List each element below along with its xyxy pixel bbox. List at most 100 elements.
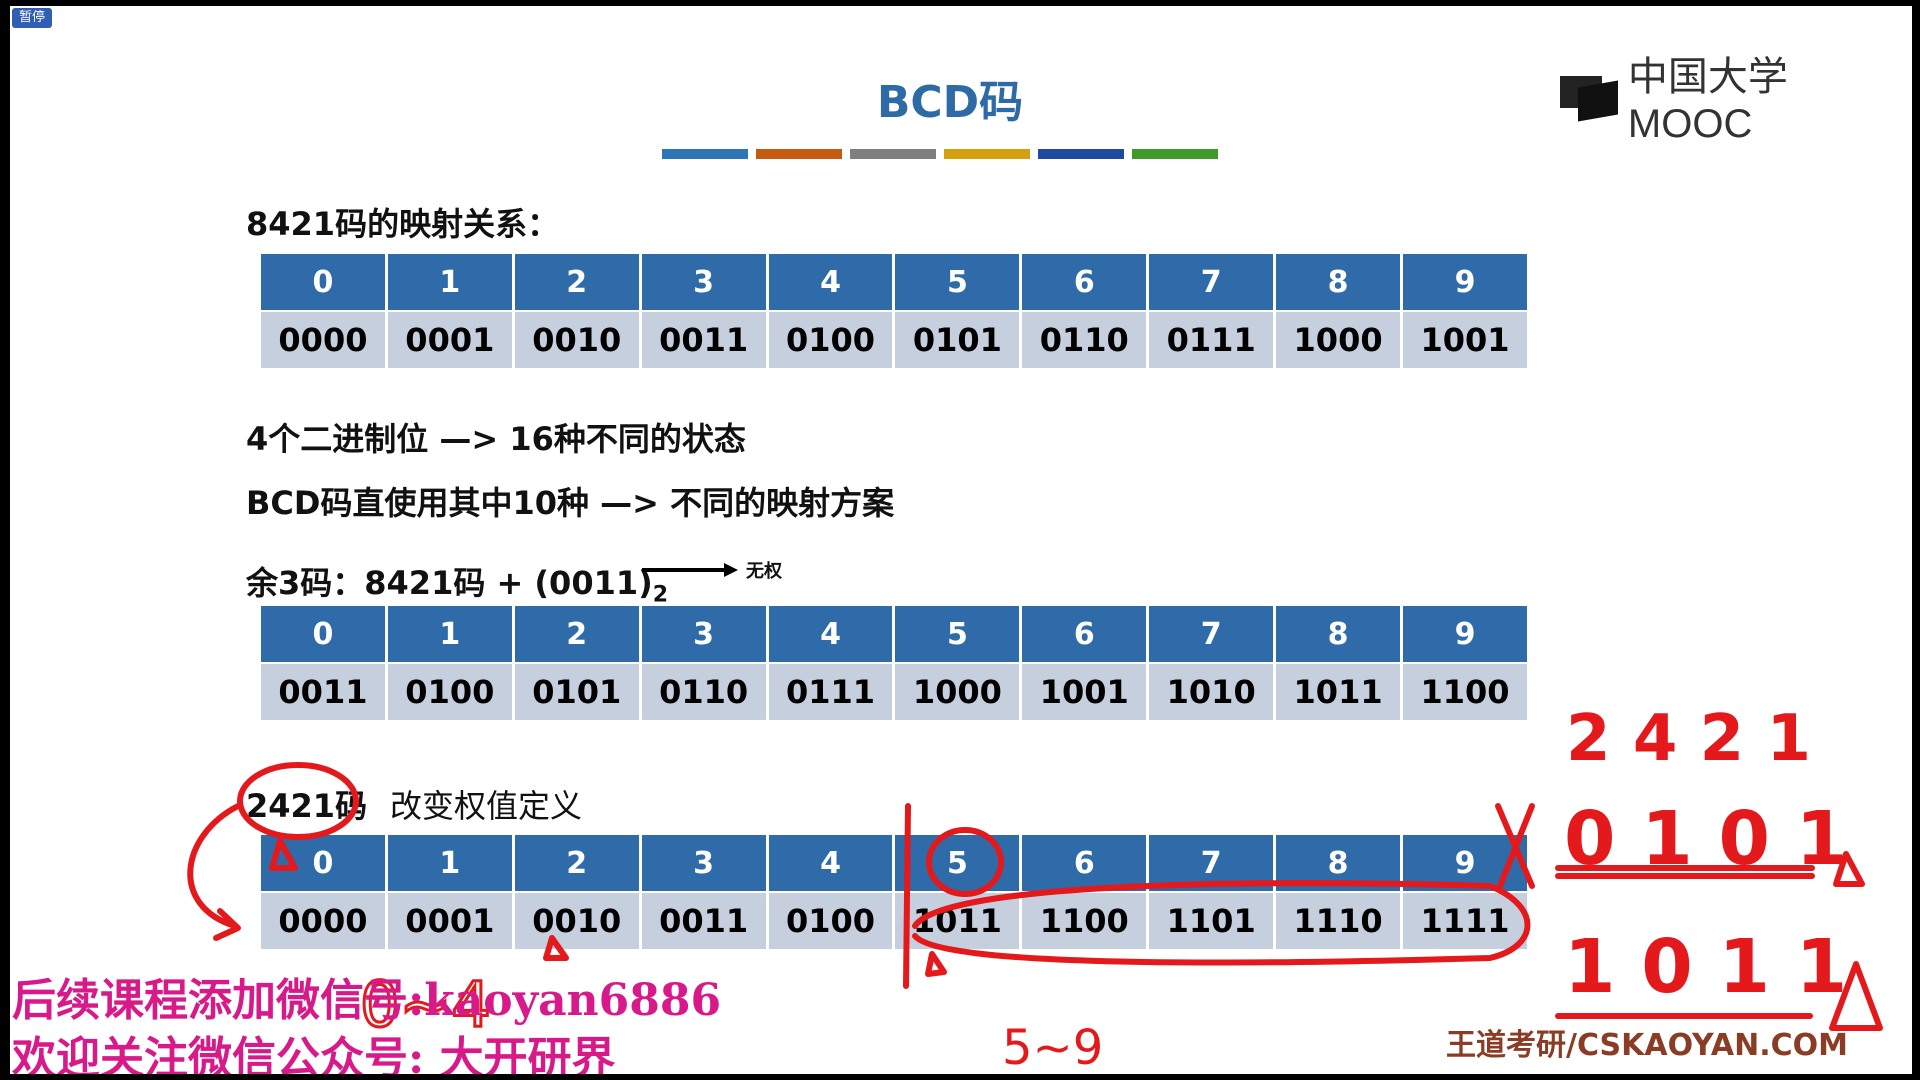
color-bar-segment bbox=[850, 149, 936, 159]
digit-cell: 0 bbox=[261, 254, 385, 312]
line-bcd-schemes: BCD码直使用其中10种 —> 不同的映射方案 bbox=[246, 484, 895, 522]
table-header-row: 0123456789 bbox=[261, 835, 1527, 893]
code-cell: 0110 bbox=[1022, 312, 1147, 368]
ink-arrow-head bbox=[213, 908, 241, 941]
code-cell: 0011 bbox=[261, 664, 385, 720]
table-header-row: 0123456789 bbox=[261, 254, 1527, 312]
watermark-official-account: 欢迎关注微信公众号: 大开研界 bbox=[12, 1033, 616, 1074]
digit-cell: 2 bbox=[514, 606, 639, 664]
table-2421: 0 1 2 3 4 5 6 7 8 9 0000 0001 0010 0011 0100 1011 1100 11… bbox=[258, 835, 1530, 949]
code-cell: 0010 bbox=[514, 893, 639, 949]
code-cell: 1111 bbox=[1403, 893, 1527, 949]
ink-row1: 0 1 0 1 bbox=[1564, 796, 1847, 882]
code-cell: 1100 bbox=[1403, 664, 1527, 720]
table-code-row: 0011 0100 0101 0110 0111 1000 1001 1010 1011 1100 bbox=[261, 664, 1527, 720]
code-cell: 0100 bbox=[768, 312, 893, 368]
digit-cell: 7 bbox=[1149, 835, 1274, 893]
excess3-note: 无权 bbox=[746, 561, 782, 582]
digit-cell: 4 bbox=[768, 254, 893, 312]
table-code-row: 0000 0001 0010 0011 0100 1011 1100 1101 1110 1111 bbox=[261, 893, 1527, 949]
code-cell: 0011 bbox=[641, 893, 766, 949]
code-cell: 1100 bbox=[1022, 893, 1147, 949]
ink-triangle-row2 bbox=[1829, 961, 1883, 1031]
pause-button[interactable]: 暂停 bbox=[12, 8, 52, 28]
code-cell: 0010 bbox=[514, 312, 639, 368]
code-cell: 1011 bbox=[895, 893, 1020, 949]
code-cell: 1000 bbox=[895, 664, 1020, 720]
watermark-wechat: 后续课程添加微信号:kaoyan6886 bbox=[12, 975, 722, 1026]
ink-triangle-5 bbox=[925, 951, 947, 977]
digit-cell: 1 bbox=[387, 606, 512, 664]
digit-cell: 0 bbox=[261, 835, 385, 893]
ink-weights: 2 4 2 1 bbox=[1566, 702, 1811, 776]
digit-cell: 2 bbox=[514, 254, 639, 312]
digit-cell: 3 bbox=[641, 254, 766, 312]
digit-cell: 7 bbox=[1149, 254, 1274, 312]
video-frame: 暂停 中国大学MOOC BCD码 8421码的映射关系： 01234567890… bbox=[10, 6, 1912, 1074]
digit-cell: 3 bbox=[641, 606, 766, 664]
table-excess3: 0 1 2 3 4 5 6 7 8 9 0011 0100 0101 0110 0111 1000 1001 10… bbox=[258, 606, 1530, 720]
code-cell: 1010 bbox=[1149, 664, 1274, 720]
line-binary-states: 4个二进制位 —> 16种不同的状态 bbox=[246, 420, 746, 458]
code-cell: 0011 bbox=[641, 312, 766, 368]
code-cell: 0111 bbox=[768, 664, 893, 720]
digit-cell: 4 bbox=[768, 835, 893, 893]
ink-triangle-row1 bbox=[1833, 851, 1865, 887]
code-cell: 0100 bbox=[387, 664, 512, 720]
excess3-subscript: 2 bbox=[652, 582, 669, 608]
code-cell: 1001 bbox=[1022, 664, 1147, 720]
code-cell: 0101 bbox=[895, 312, 1020, 368]
digit-cell: 4 bbox=[768, 606, 893, 664]
code-cell: 1101 bbox=[1149, 893, 1274, 949]
code-cell: 1110 bbox=[1276, 893, 1401, 949]
digit-cell: 8 bbox=[1276, 835, 1401, 893]
digit-cell: 7 bbox=[1149, 606, 1274, 664]
digit-cell: 6 bbox=[1022, 254, 1147, 312]
color-bar-segment bbox=[662, 149, 748, 159]
ink-range-5-9: 5~9 bbox=[1002, 1020, 1103, 1074]
table-header-row: 0123456789 bbox=[261, 606, 1527, 664]
table-code-row: 0000 0001 0010 0011 0100 0101 0110 0111 1000 1001 bbox=[261, 312, 1527, 368]
ink-arrow-curve bbox=[187, 803, 241, 929]
digit-cell: 8 bbox=[1276, 254, 1401, 312]
digit-cell: 9 bbox=[1403, 606, 1527, 664]
section-heading-8421: 8421码的映射关系： bbox=[246, 205, 560, 243]
digit-cell: 9 bbox=[1403, 254, 1527, 312]
digit-cell: 2 bbox=[514, 835, 639, 893]
code-cell: 0000 bbox=[261, 312, 385, 368]
code-cell: 1001 bbox=[1403, 312, 1527, 368]
color-bar-segment bbox=[944, 149, 1030, 159]
digit-cell: 1 bbox=[387, 254, 512, 312]
code-cell: 1011 bbox=[1276, 664, 1401, 720]
code-cell: 0110 bbox=[641, 664, 766, 720]
code-cell: 1000 bbox=[1276, 312, 1401, 368]
table-8421: 0 1 2 3 4 5 6 7 8 9 0000 0001 0010 0011 0100 0101 0110 01… bbox=[258, 254, 1530, 368]
color-bar-segment bbox=[1132, 149, 1218, 159]
title-color-bar bbox=[662, 149, 1218, 159]
code-cell: 0001 bbox=[387, 312, 512, 368]
excess3-label: 余3码：8421码 + (0011)2 bbox=[246, 558, 668, 607]
code-cell: 0100 bbox=[768, 893, 893, 949]
excess3-label-text: 余3码：8421码 + (0011) bbox=[246, 564, 653, 602]
code-cell: 0000 bbox=[261, 893, 385, 949]
credit-cskaoyan: 王道考研/CSKAOYAN.COM bbox=[1446, 1028, 1848, 1063]
digit-cell: 9 bbox=[1403, 835, 1527, 893]
ink-row2: 1 0 1 1 bbox=[1564, 924, 1847, 1010]
code2421-description: 改变权值定义 bbox=[390, 787, 583, 825]
slide-title: BCD码 bbox=[876, 77, 1024, 128]
code-cell: 0101 bbox=[514, 664, 639, 720]
digit-cell: 5 bbox=[895, 254, 1020, 312]
digit-cell: 6 bbox=[1022, 835, 1147, 893]
code2421-label: 2421码 bbox=[246, 787, 368, 825]
digit-cell: 5 bbox=[895, 606, 1020, 664]
color-bar-segment bbox=[756, 149, 842, 159]
digit-cell: 5 bbox=[895, 835, 1020, 893]
code-cell: 0111 bbox=[1149, 312, 1274, 368]
code-cell: 0001 bbox=[387, 893, 512, 949]
color-bar-segment bbox=[1038, 149, 1124, 159]
digit-cell: 8 bbox=[1276, 606, 1401, 664]
digit-cell: 0 bbox=[261, 606, 385, 664]
digit-cell: 1 bbox=[387, 835, 512, 893]
digit-cell: 3 bbox=[641, 835, 766, 893]
excess3-arrowhead bbox=[724, 563, 738, 577]
